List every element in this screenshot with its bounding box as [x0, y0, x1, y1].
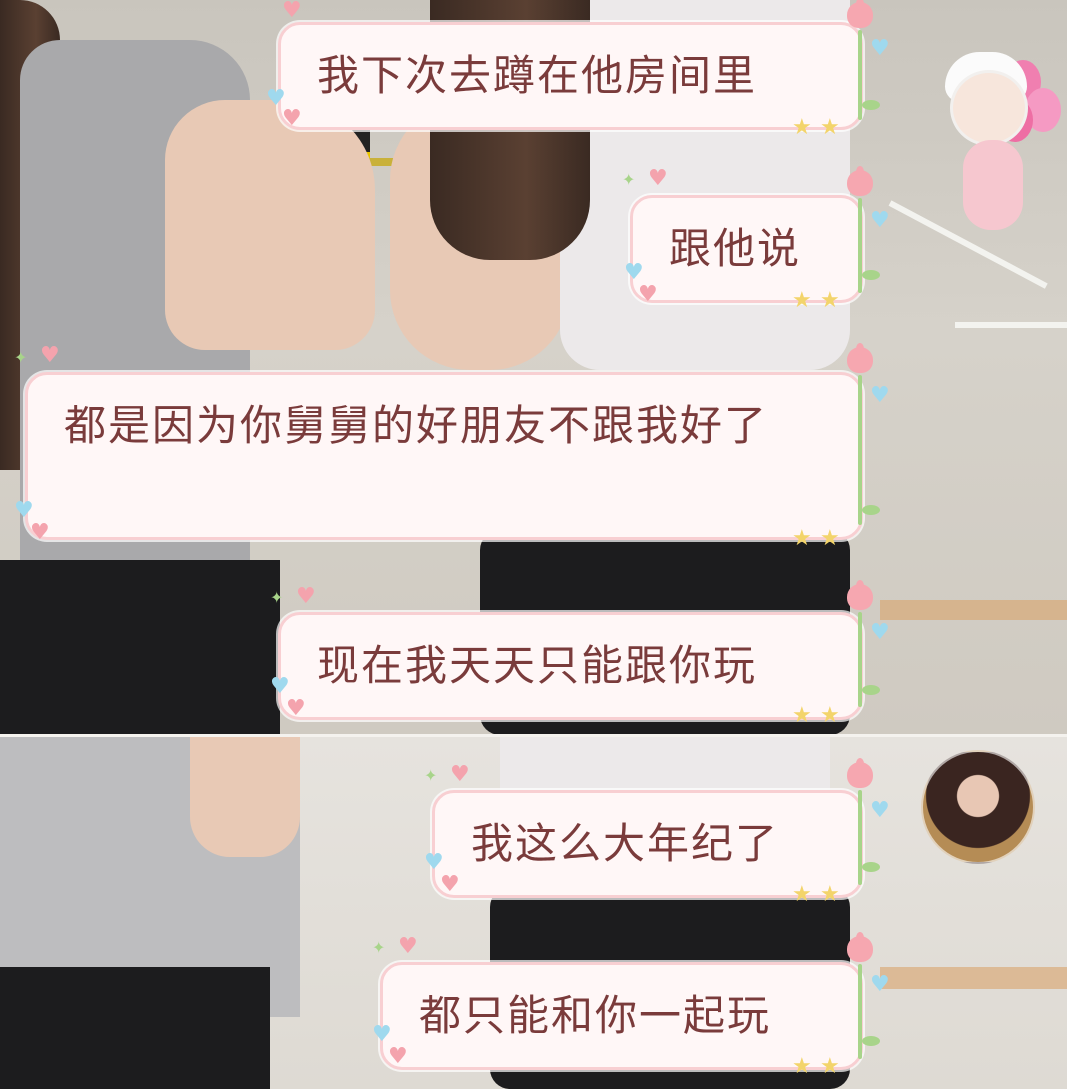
heart-icon: ♥ [870, 383, 890, 408]
heart-icon: ♥ [624, 260, 644, 285]
tulip-icon [843, 343, 877, 379]
sparkle-icon: ✦ [622, 170, 636, 189]
heart-icon: ♥ [450, 762, 470, 787]
star-icon: ★ [820, 882, 840, 907]
orange-strip-bottom [880, 967, 1067, 989]
chat-bubble[interactable]: 跟他说 [630, 195, 863, 303]
wrist [190, 737, 300, 857]
heart-icon: ♥ [870, 620, 890, 645]
hand [165, 100, 375, 350]
heart-icon: ♥ [282, 106, 302, 131]
star-icon: ★ [820, 1054, 840, 1079]
star-icon: ★ [792, 115, 812, 140]
message-text: 现在我天天只能跟你玩 [317, 641, 758, 690]
star-icon: ★ [820, 288, 840, 313]
leaf-icon [862, 1036, 880, 1046]
star-icon: ★ [792, 882, 812, 907]
message-text: 都是因为你舅舅的好朋友不跟我好了 [64, 401, 769, 450]
leaf-icon [862, 862, 880, 872]
stem-decoration [858, 790, 862, 885]
message-text: 我这么大年纪了 [471, 819, 780, 868]
background-photo [0, 0, 1067, 1089]
leaf-icon [862, 685, 880, 695]
heart-icon: ♥ [14, 498, 34, 523]
sparkle-icon: ✦ [14, 348, 28, 367]
stem-decoration [858, 375, 862, 525]
chat-bubble[interactable]: 现在我天天只能跟你玩 [278, 612, 863, 720]
star-icon: ★ [792, 288, 812, 313]
sparkle-icon: ✦ [270, 588, 284, 607]
leaf-icon [862, 270, 880, 280]
sparkle-icon: ✦ [372, 938, 386, 957]
tulip-icon [843, 580, 877, 616]
chat-bubble[interactable]: 我下次去蹲在他房间里 [278, 22, 863, 130]
stem-decoration [858, 198, 862, 293]
tulip-icon [843, 932, 877, 968]
star-icon: ★ [820, 115, 840, 140]
heart-icon: ♥ [372, 1022, 392, 1047]
chat-bubble[interactable]: 都只能和你一起玩 [380, 962, 863, 1070]
chat-bubble[interactable]: 都是因为你舅舅的好朋友不跟我好了 [25, 372, 863, 540]
heart-icon: ♥ [40, 343, 60, 368]
heart-icon: ♥ [870, 798, 890, 823]
heart-icon: ♥ [286, 696, 306, 721]
heart-icon: ♥ [870, 36, 890, 61]
heart-icon: ♥ [440, 872, 460, 897]
tulip-icon [843, 0, 877, 34]
heart-icon: ♥ [388, 1044, 408, 1069]
balloon-girl-sticker [945, 40, 1065, 240]
heart-icon: ♥ [424, 850, 444, 875]
star-icon: ★ [792, 703, 812, 728]
heart-icon: ♥ [282, 0, 302, 23]
heart-icon: ♥ [296, 584, 316, 609]
message-text: 我下次去蹲在他房间里 [317, 51, 758, 100]
sparkle-icon: ✦ [424, 766, 438, 785]
stem-decoration [858, 30, 862, 120]
star-icon: ★ [792, 526, 812, 551]
white-top-bottom [500, 737, 830, 797]
star-icon: ★ [820, 526, 840, 551]
heart-icon: ♥ [638, 282, 658, 307]
leaf-icon [862, 505, 880, 515]
tulip-icon [843, 166, 877, 202]
stem-decoration [858, 612, 862, 707]
heart-icon: ♥ [870, 972, 890, 997]
heart-icon: ♥ [648, 166, 668, 191]
black-skirt-bottom [0, 967, 270, 1089]
leaf-icon [862, 100, 880, 110]
user-avatar[interactable] [921, 750, 1035, 864]
heart-icon: ♥ [398, 934, 418, 959]
stem-decoration [858, 964, 862, 1059]
black-skirt [0, 560, 280, 735]
sticker-face [950, 70, 1028, 146]
sticker-body [963, 140, 1023, 230]
star-icon: ★ [792, 1054, 812, 1079]
orange-strip [880, 600, 1067, 620]
message-text: 跟他说 [669, 224, 802, 273]
heart-icon: ♥ [870, 208, 890, 233]
tulip-icon [843, 758, 877, 794]
floor-marking-2 [955, 322, 1067, 328]
heart-icon: ♥ [30, 520, 50, 545]
heart-icon: ♥ [270, 674, 290, 699]
star-icon: ★ [820, 703, 840, 728]
message-text: 都只能和你一起玩 [419, 991, 772, 1040]
